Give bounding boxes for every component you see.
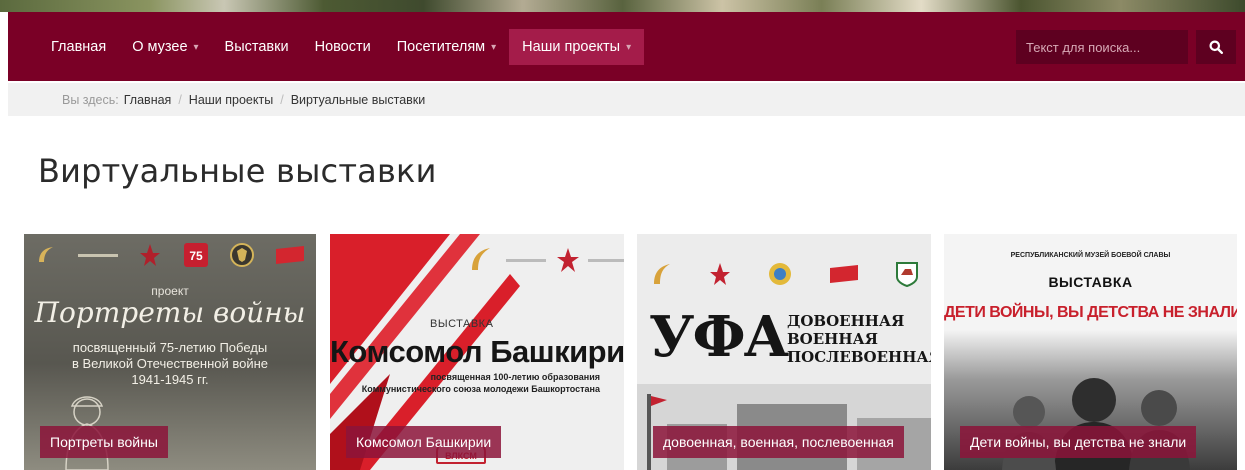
partner-logos: 75 (24, 242, 316, 268)
poster-line-1: ДОВОЕННАЯ (787, 312, 905, 330)
flag-emblem-icon (276, 246, 305, 264)
nav-item-label: Посетителям (396, 39, 486, 55)
poster-kicker: ВЫСТАВКА (430, 318, 494, 330)
poster-subtitle-1: посвященная 100-летию образования (430, 372, 600, 382)
nav-item-visitors[interactable]: Посетителям ▾ (384, 29, 509, 65)
card-caption[interactable]: Комсомол Башкирии (346, 426, 502, 458)
logo-text-placeholder (506, 258, 546, 262)
partner-logos (649, 260, 919, 288)
poster-kicker: ВЫСТАВКА (1048, 274, 1133, 290)
nav-item-label: Наши проекты (522, 39, 621, 55)
breadcrumb-item-projects[interactable]: Наши проекты (189, 93, 273, 107)
partner-logos (466, 244, 624, 276)
nav-item-home[interactable]: Главная (38, 29, 119, 65)
nav-menu: Главная О музее ▾ Выставки Новости Посет… (38, 29, 645, 65)
poster-title: УФА (649, 304, 789, 370)
breadcrumb-item-current: Виртуальные выставки (290, 92, 426, 107)
poster-lines: ДОВОЕННАЯ ВОЕННАЯ ПОСЛЕВОЕННАЯ (787, 312, 931, 366)
page-title: Виртуальные выставки (38, 152, 437, 190)
exhibition-card-war-children[interactable]: РЕСПУБЛИКАНСКИЙ МУЗЕЙ БОЕВОЙ СЛАВЫ ВЫСТА… (944, 234, 1237, 470)
nav-item-label: Новости (314, 39, 371, 55)
flag-emblem-icon (830, 265, 858, 283)
chevron-down-icon: ▾ (491, 41, 497, 53)
exhibition-card-portraits[interactable]: 75 проект Портреты войны посвященный 75-… (24, 234, 316, 470)
nav-item-news[interactable]: Новости (302, 29, 384, 65)
star-emblem-icon (140, 244, 161, 266)
logo-text-placeholder (588, 258, 624, 262)
poster-line-2: ВОЕННАЯ (787, 330, 878, 348)
star-emblem-icon (557, 248, 579, 272)
poster-subtitle-2: Коммунистического союза молодежи Башкорт… (361, 384, 600, 394)
ufa-coat-of-arms-icon (896, 262, 918, 287)
nav-item-exhibitions[interactable]: Выставки (212, 29, 302, 65)
coat-of-arms-icon (229, 243, 254, 267)
museum-logo-icon (472, 248, 490, 270)
search-button[interactable] (1196, 30, 1236, 64)
card-caption[interactable]: довоенная, военная, послевоенная (653, 426, 904, 458)
breadcrumb: Вы здесь: Главная / Наши проекты / Вирту… (8, 83, 1245, 116)
nav-item-about[interactable]: О музее ▾ (119, 29, 211, 65)
search-icon (1209, 40, 1223, 54)
poster-line-3: ПОСЛЕВОЕННАЯ (787, 348, 931, 366)
main-navbar: Главная О музее ▾ Выставки Новости Посет… (8, 12, 1245, 81)
card-caption[interactable]: Портреты войны (40, 426, 168, 458)
poster-subtitle-2: в Великой Отечественной войне (71, 356, 269, 371)
breadcrumb-separator: / (178, 92, 182, 107)
poster-title: Комсомол Башкирии (330, 334, 624, 369)
breadcrumb-item-home[interactable]: Главная (124, 93, 172, 107)
breadcrumb-prefix: Вы здесь: (62, 92, 119, 107)
exhibition-card-ufa[interactable]: УФА ДОВОЕННАЯ ВОЕННАЯ ПОСЛЕВОЕННАЯ довое… (637, 234, 931, 470)
exhibition-card-komsomol[interactable]: ВЫСТАВКА Комсомол Башкирии посвященная 1… (330, 234, 624, 470)
nav-item-label: О музее (132, 39, 188, 55)
poster-title: Портреты войны (34, 296, 306, 329)
svg-text:75: 75 (189, 249, 203, 263)
nav-item-projects[interactable]: Наши проекты ▾ (509, 29, 645, 65)
logo-text-placeholder (77, 253, 118, 257)
chevron-down-icon: ▾ (626, 41, 632, 53)
museum-logo-icon (38, 247, 53, 262)
anniversary-75-icon: 75 (183, 243, 208, 267)
poster-title: ДЕТИ ВОЙНЫ, ВЫ ДЕТСТВА НЕ ЗНАЛИ (944, 304, 1237, 321)
header-photo-strip (0, 0, 1245, 12)
chevron-down-icon: ▾ (193, 41, 199, 53)
search-input[interactable] (1016, 30, 1188, 64)
star-emblem-icon (710, 263, 730, 285)
museum-logo-icon (654, 264, 670, 284)
nav-item-label: Главная (51, 39, 107, 55)
bashkortostan-emblem-icon (769, 263, 791, 285)
card-caption[interactable]: Дети войны, вы детства не знали (960, 426, 1197, 458)
poster-subtitle-1: посвященный 75-летию Победы (72, 340, 268, 355)
poster-museum-name: РЕСПУБЛИКАНСКИЙ МУЗЕЙ БОЕВОЙ СЛАВЫ (1010, 252, 1171, 259)
nav-item-label: Выставки (224, 39, 289, 55)
breadcrumb-separator: / (280, 92, 284, 107)
